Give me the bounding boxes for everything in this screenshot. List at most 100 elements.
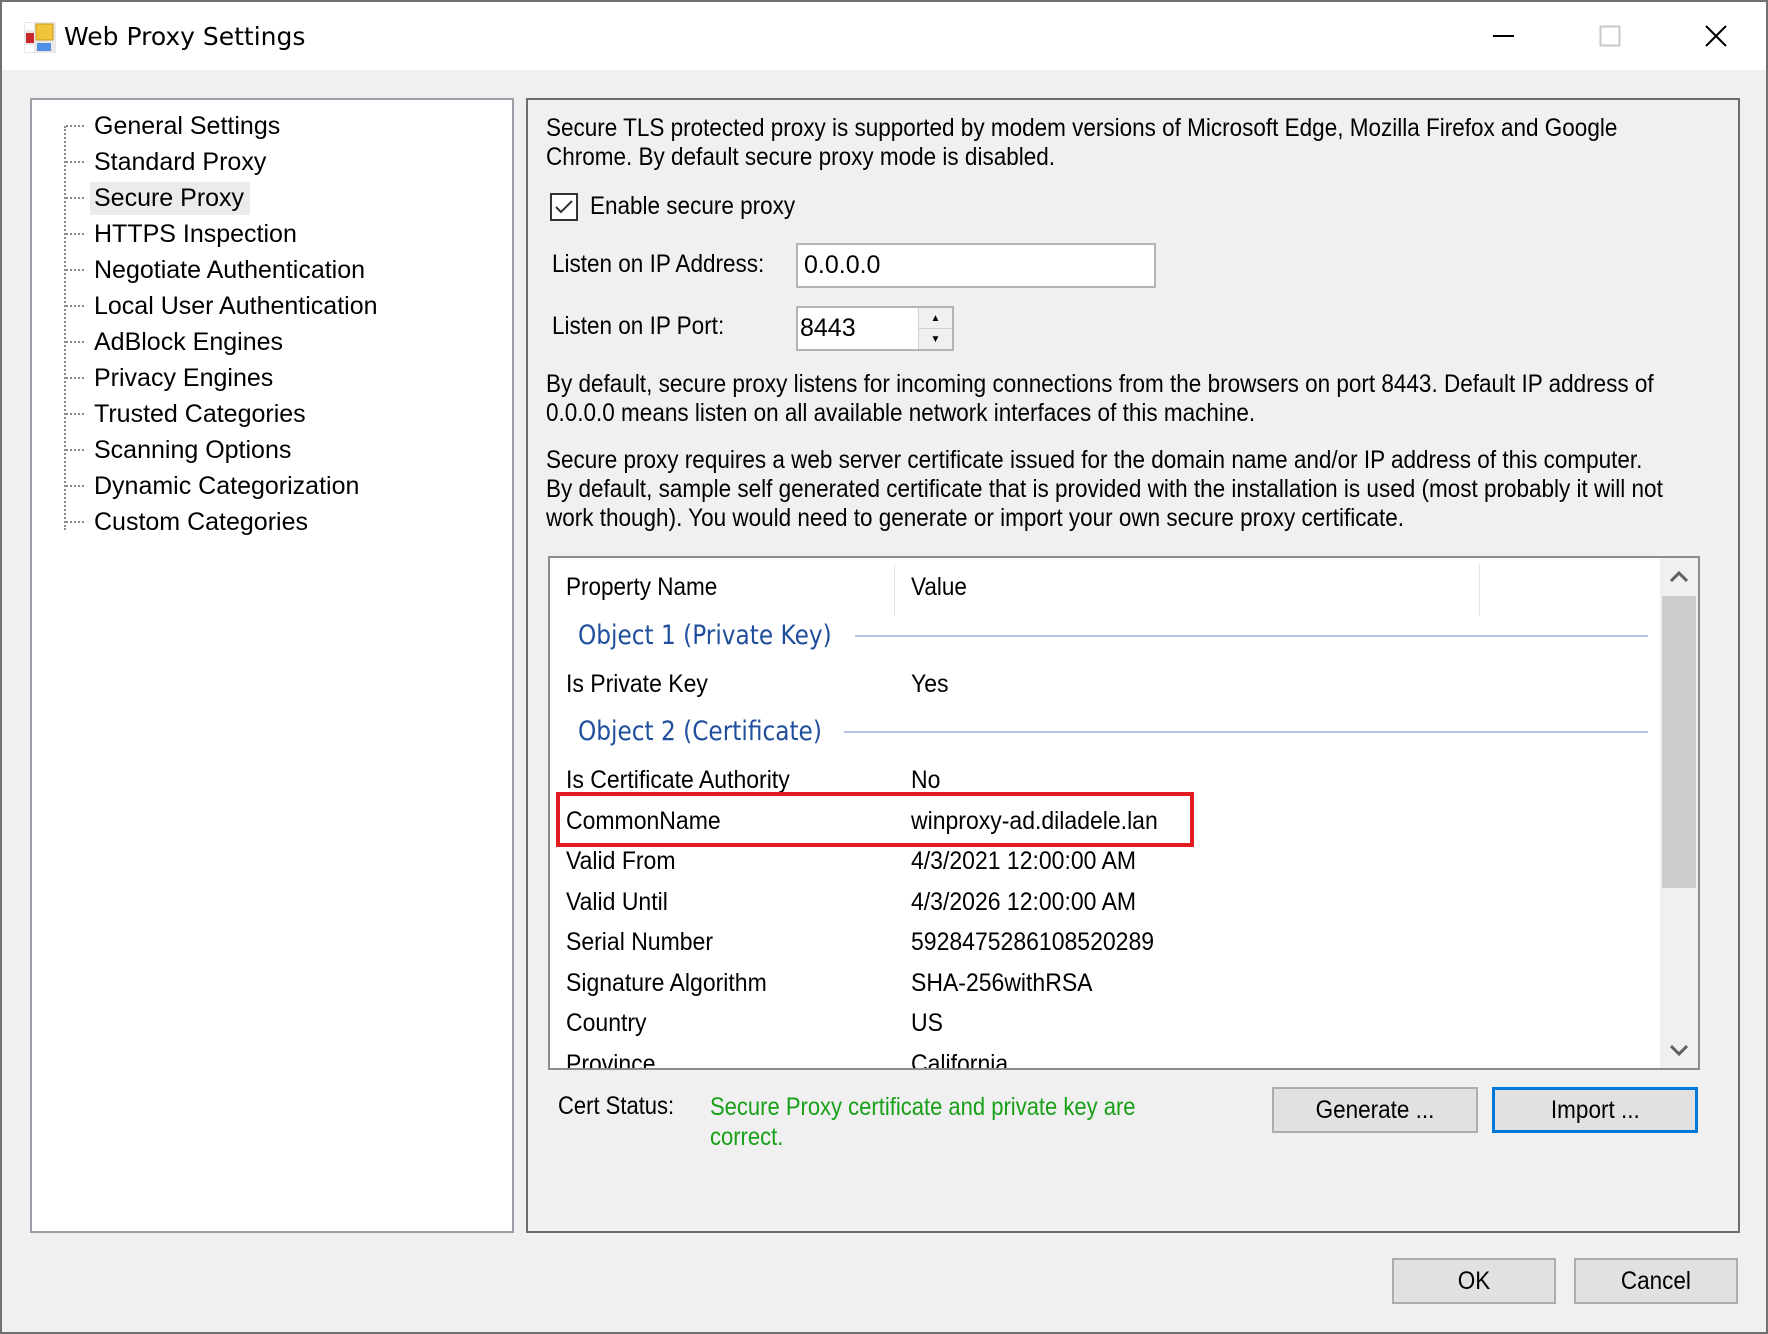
sidebar-item-label: Secure Proxy bbox=[90, 181, 251, 215]
vertical-scrollbar[interactable] bbox=[1660, 558, 1698, 1068]
property-value: SHA-256withRSA bbox=[911, 968, 1093, 997]
chevron-down-icon bbox=[1670, 1044, 1688, 1056]
title-bar: Web Proxy Settings bbox=[2, 2, 1766, 70]
cert-status-label: Cert Status: bbox=[558, 1092, 675, 1120]
scroll-up-button[interactable] bbox=[1660, 558, 1698, 594]
port-increment-button[interactable]: ▲ bbox=[919, 308, 952, 328]
tree-connector bbox=[66, 485, 84, 487]
sidebar-item-label: HTTPS Inspection bbox=[94, 219, 297, 248]
property-name: Signature Algorithm bbox=[566, 968, 767, 997]
sidebar-item-https-inspection[interactable]: HTTPS Inspection bbox=[66, 216, 303, 252]
enable-secure-proxy-checkbox[interactable]: Enable secure proxy bbox=[550, 192, 818, 221]
group-header-certificate: Object 2 (Certificate) bbox=[578, 716, 1648, 747]
sidebar-item-label: Dynamic Categorization bbox=[94, 471, 360, 500]
sidebar-item-standard-proxy[interactable]: Standard Proxy bbox=[66, 144, 272, 180]
property-value: California bbox=[911, 1049, 1009, 1070]
intro-line: Secure TLS protected proxy is supported … bbox=[546, 114, 1618, 142]
cert-info-line: Secure proxy requires a web server certi… bbox=[546, 446, 1643, 474]
port-info-text: By default, secure proxy listens for inc… bbox=[546, 370, 1654, 428]
arrow-down-icon: ▼ bbox=[930, 333, 941, 345]
sidebar-item-general-settings[interactable]: General Settings bbox=[66, 108, 286, 144]
property-value: 4/3/2026 12:00:00 AM bbox=[911, 887, 1137, 916]
settings-tree: General Settings Standard Proxy Secure Pro… bbox=[30, 98, 514, 1233]
property-name: Serial Number bbox=[566, 928, 713, 956]
property-name: Valid From bbox=[566, 847, 676, 875]
ip-address-input[interactable]: 0.0.0.0 bbox=[796, 243, 1156, 288]
property-value: US bbox=[911, 1009, 943, 1037]
column-separator[interactable] bbox=[894, 564, 895, 616]
cert-info-text: Secure proxy requires a web server certi… bbox=[546, 446, 1663, 533]
group-divider bbox=[843, 730, 1648, 733]
sidebar-item-label: Standard Proxy bbox=[94, 147, 267, 176]
checkbox-box[interactable] bbox=[550, 192, 578, 221]
cancel-button-label: Cancel bbox=[1620, 1266, 1692, 1295]
group-title: Object 2 (Certificate) bbox=[578, 716, 822, 747]
property-name: Country bbox=[566, 1009, 647, 1037]
cert-info-line: By default, sample self generated certif… bbox=[546, 475, 1663, 503]
sidebar-item-label: Custom Categories bbox=[94, 507, 308, 536]
minimize-button[interactable] bbox=[1454, 2, 1554, 70]
property-value: No bbox=[911, 766, 941, 794]
port-decrement-button[interactable]: ▼ bbox=[919, 328, 952, 349]
sidebar-item-scanning-options[interactable]: Scanning Options bbox=[66, 432, 297, 468]
intro-line: Chrome. By default secure proxy mode is … bbox=[546, 143, 1056, 171]
property-name: Valid Until bbox=[566, 887, 668, 916]
chevron-up-icon bbox=[1670, 570, 1688, 582]
web-proxy-settings-window: Web Proxy Settings General Settings Stand… bbox=[0, 0, 1768, 1334]
sidebar-item-secure-proxy[interactable]: Secure Proxy bbox=[66, 180, 251, 216]
checkmark-icon bbox=[555, 199, 573, 213]
maximize-button[interactable] bbox=[1560, 2, 1660, 70]
ip-address-label: Listen on IP Address: bbox=[552, 250, 765, 278]
tree-connector bbox=[66, 233, 84, 235]
tree-connector bbox=[66, 377, 84, 379]
sidebar-item-privacy-engines[interactable]: Privacy Engines bbox=[66, 360, 279, 396]
property-value: 4/3/2021 12:00:00 AM bbox=[911, 847, 1137, 875]
sidebar-item-negotiate-authentication[interactable]: Negotiate Authentication bbox=[66, 252, 371, 288]
group-divider bbox=[855, 634, 1648, 637]
sidebar-item-label: Local User Authentication bbox=[94, 291, 378, 320]
sidebar-item-local-user-authentication[interactable]: Local User Authentication bbox=[66, 288, 384, 324]
ok-button[interactable]: OK bbox=[1392, 1258, 1556, 1304]
app-settings-icon bbox=[24, 22, 56, 53]
sidebar-item-adblock-engines[interactable]: AdBlock Engines bbox=[66, 324, 289, 360]
enable-secure-proxy-label: Enable secure proxy bbox=[590, 192, 796, 220]
property-name: Province bbox=[566, 1049, 656, 1070]
group-title: Object 1 (Private Key) bbox=[578, 620, 832, 651]
column-header-value[interactable]: Value bbox=[911, 558, 967, 616]
cert-status-text: Secure Proxy certificate and private key… bbox=[710, 1093, 1136, 1151]
cancel-button[interactable]: Cancel bbox=[1574, 1258, 1738, 1304]
ip-port-input[interactable]: 8443 bbox=[798, 308, 918, 349]
scrollbar-thumb[interactable] bbox=[1662, 596, 1696, 888]
secure-proxy-panel: Secure TLS protected proxy is supported … bbox=[526, 98, 1740, 1233]
sidebar-item-dynamic-categorization[interactable]: Dynamic Categorization bbox=[66, 468, 365, 504]
tree-connector bbox=[66, 125, 84, 127]
commonname-highlight-box bbox=[556, 792, 1194, 847]
property-value: Yes bbox=[911, 670, 949, 698]
close-button[interactable] bbox=[1666, 2, 1766, 70]
scroll-down-button[interactable] bbox=[1660, 1032, 1698, 1068]
arrow-up-icon: ▲ bbox=[930, 312, 941, 324]
ok-button-label: OK bbox=[1457, 1266, 1491, 1295]
tree-connector bbox=[66, 305, 84, 307]
sidebar-item-custom-categories[interactable]: Custom Categories bbox=[66, 504, 314, 540]
close-icon bbox=[1705, 25, 1727, 47]
ip-port-label: Listen on IP Port: bbox=[552, 312, 725, 340]
sidebar-item-label: Trusted Categories bbox=[94, 399, 306, 428]
certificate-property-list[interactable]: Property Name Value Object 1 (Private Ke… bbox=[548, 556, 1700, 1070]
ip-port-value: 8443 bbox=[800, 314, 856, 342]
minimize-icon bbox=[1493, 35, 1514, 37]
import-button[interactable]: Import ... bbox=[1492, 1087, 1698, 1133]
column-separator[interactable] bbox=[1479, 564, 1480, 616]
column-header-property-name[interactable]: Property Name bbox=[566, 558, 717, 616]
tree-connector bbox=[66, 197, 84, 199]
sidebar-item-label: Negotiate Authentication bbox=[94, 255, 366, 284]
sidebar-item-trusted-categories[interactable]: Trusted Categories bbox=[66, 396, 312, 432]
generate-button-label: Generate ... bbox=[1315, 1095, 1435, 1124]
group-header-private-key: Object 1 (Private Key) bbox=[578, 620, 1648, 651]
sidebar-item-label: Scanning Options bbox=[94, 435, 292, 464]
cert-info-line: work though). You would need to generate… bbox=[546, 504, 1404, 532]
sidebar-item-label: AdBlock Engines bbox=[94, 327, 284, 356]
generate-button[interactable]: Generate ... bbox=[1272, 1087, 1478, 1133]
ip-port-stepper[interactable]: 8443 ▲ ▼ bbox=[796, 306, 954, 351]
ip-address-value: 0.0.0.0 bbox=[804, 251, 881, 279]
